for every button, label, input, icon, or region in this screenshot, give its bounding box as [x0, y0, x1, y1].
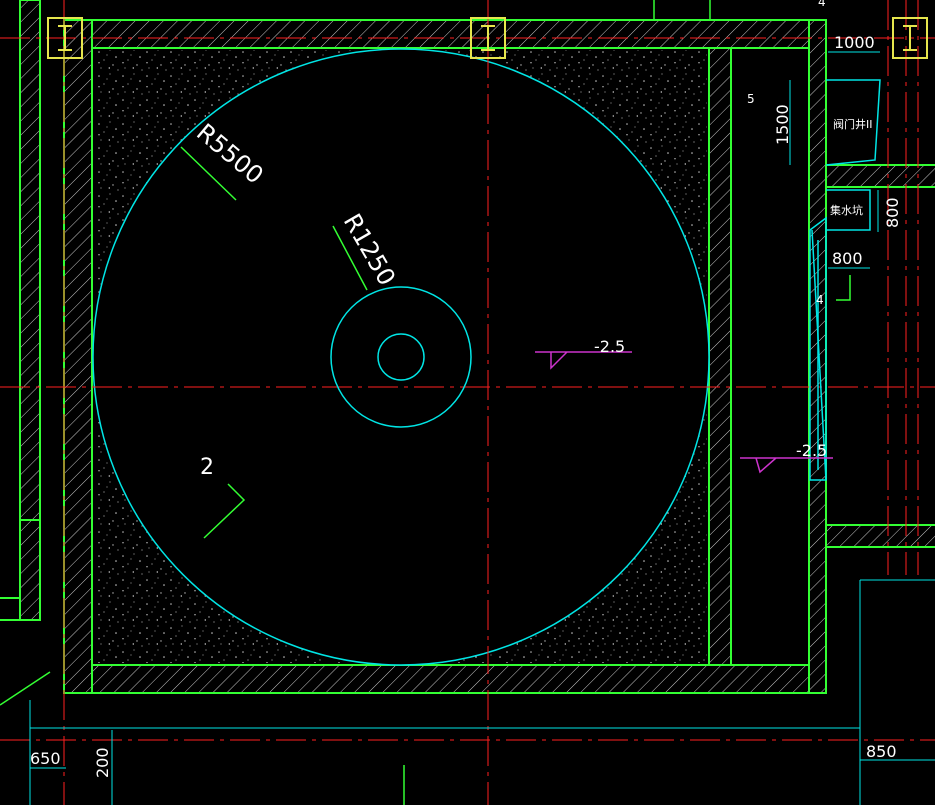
dim-bottom-left: 650 [30, 749, 61, 768]
dim-collector-width: 800 [832, 249, 863, 268]
label-item-5: 5 [747, 92, 755, 106]
outer-tank-circle [92, 48, 710, 666]
label-item-2: 2 [200, 455, 214, 480]
dim-collector-height: 800 [883, 197, 902, 228]
level-center-text: -2.5 [594, 337, 625, 356]
label-valve-well: 阀门井II [833, 117, 873, 131]
dim-right-mid-height: 1500 [773, 104, 792, 145]
tank-geometry [92, 48, 710, 666]
dim-bottom-left-vertical: 200 [93, 747, 112, 778]
cad-drawing-canvas[interactable]: R5500 R1250 2 -2.5 -2.5 1000 4 5 1500 阀门… [0, 0, 935, 805]
label-item-4-top: 4 [818, 0, 826, 9]
label-item-4-right: 4 [816, 293, 824, 307]
dim-bottom-right: 850 [866, 742, 897, 761]
label-collector-pit: 集水坑 [830, 203, 863, 217]
level-right-text: -2.5 [796, 441, 827, 460]
dim-right-top-width: 1000 [834, 33, 875, 52]
